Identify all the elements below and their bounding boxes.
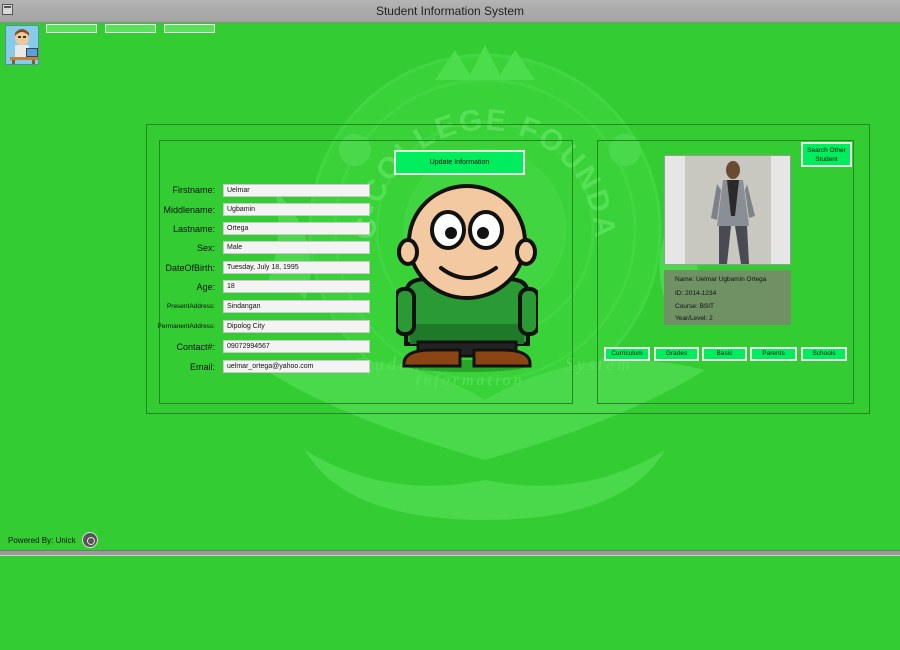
- user-avatar-icon[interactable]: [5, 25, 39, 65]
- lastname-label: Lastname:: [172, 224, 215, 234]
- email-label: Email:: [189, 362, 215, 372]
- tab-schools[interactable]: Schools: [801, 347, 847, 361]
- student-course: Course: BSIT: [675, 303, 715, 310]
- present-address-label: PresentAddress:: [166, 303, 215, 310]
- powered-by-text: Powered By: Unick: [8, 536, 76, 545]
- dateofbirth-field[interactable]: Tuesday, July 18, 1995: [223, 261, 370, 274]
- permanent-address-label: PermanentAddress:: [157, 323, 215, 330]
- tab-basic[interactable]: Basic: [702, 347, 747, 361]
- email-field[interactable]: uelmar_ortega@yahoo.com: [223, 360, 370, 373]
- title-bar: Student Information System: [0, 0, 900, 23]
- cartoon-mascot: [396, 184, 538, 372]
- window-title: Student Information System: [375, 4, 525, 18]
- update-information-button[interactable]: Update Information: [394, 150, 525, 175]
- permanent-address-field[interactable]: Dipolog City: [223, 320, 370, 333]
- middlename-field[interactable]: Ugbamin: [223, 203, 370, 216]
- unick-logo-icon: [82, 532, 98, 548]
- tab-curriculum[interactable]: Curriculum: [604, 347, 650, 361]
- student-summary-box: Name: Uelmar Ugbamin Ortega ID: 2014-123…: [664, 270, 791, 325]
- menu-button-3[interactable]: [164, 24, 215, 33]
- search-other-student-button[interactable]: Search Other Student: [801, 142, 852, 167]
- student-name: Name: Uelmar Ugbamin Ortega: [675, 276, 767, 283]
- firstname-label: Firstname:: [172, 185, 215, 195]
- firstname-field[interactable]: Uelmar: [223, 184, 370, 197]
- present-address-field[interactable]: Sindangan: [223, 300, 370, 313]
- age-label: Age:: [196, 282, 215, 292]
- age-field[interactable]: 18: [223, 280, 370, 293]
- menu-button-2[interactable]: [105, 24, 156, 33]
- sex-label: Sex:: [196, 243, 215, 253]
- tab-grades[interactable]: Grades: [654, 347, 699, 361]
- sex-field[interactable]: Male: [223, 241, 370, 254]
- status-bar: [0, 550, 900, 556]
- menu-button-1[interactable]: [46, 24, 97, 33]
- contact-label: Contact#:: [176, 342, 215, 352]
- student-id: ID: 2014-1234: [675, 290, 717, 297]
- student-year-level: Year/Level: 2: [675, 315, 713, 322]
- student-photo: [664, 155, 791, 265]
- dateofbirth-label: DateOfBirth:: [165, 263, 215, 273]
- middlename-label: Middlename:: [163, 205, 215, 215]
- tab-parents[interactable]: Parents: [750, 347, 797, 361]
- lastname-field[interactable]: Ortega: [223, 222, 370, 235]
- contact-field[interactable]: 09072994567: [223, 340, 370, 353]
